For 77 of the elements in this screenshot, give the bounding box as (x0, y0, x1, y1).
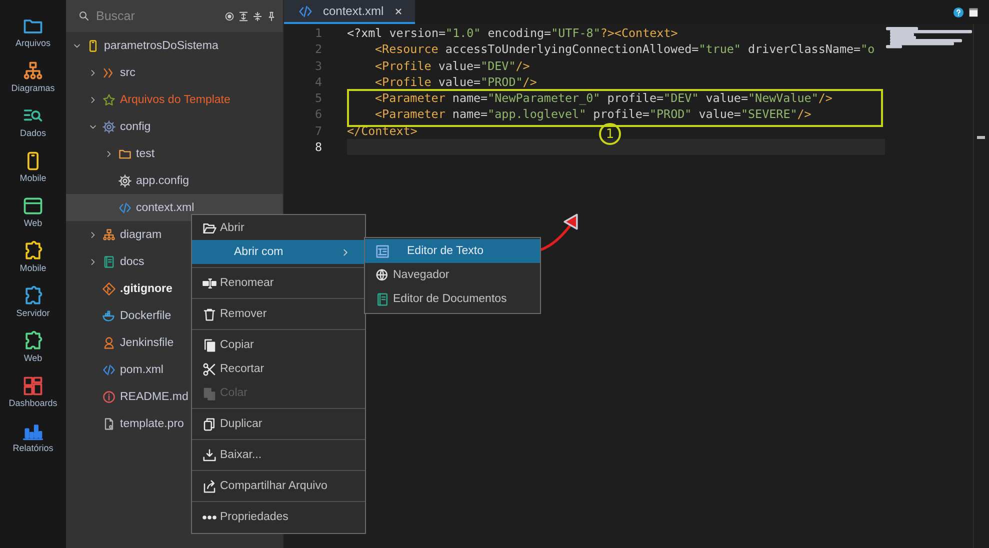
menu-item[interactable]: Navegador (365, 263, 540, 287)
menu-item[interactable]: Baixar... (192, 443, 365, 467)
tree-item[interactable]: Jenkinsfile (120, 336, 174, 348)
tree-item[interactable]: template.pro (120, 418, 184, 430)
activity-label[interactable]: Diagramas (11, 83, 55, 93)
activity-label[interactable]: Dashboards (8, 398, 58, 408)
line-number: 3 (314, 58, 322, 74)
expand-icon[interactable] (252, 10, 263, 22)
tree-item[interactable]: docs (120, 256, 144, 268)
paste-icon (202, 386, 217, 400)
code-line: <Parameter name="app.loglevel" profile="PROD" value="SEVERE"/> (374, 106, 812, 123)
line-number: 4 (314, 74, 322, 90)
menu-item[interactable]: Compartilhar Arquivo (192, 474, 365, 498)
tree-item[interactable]: Dockerfile (120, 310, 172, 322)
trash-icon (202, 306, 217, 322)
rename-icon (202, 276, 217, 290)
share-icon (202, 478, 217, 494)
menu-item[interactable]: Editor de Texto (365, 239, 540, 263)
editor-tab[interactable]: context.xml (284, 0, 415, 24)
activity-label[interactable]: Relatórios (12, 443, 54, 453)
line-number: 1 (314, 25, 322, 42)
code-icon (298, 4, 313, 18)
code-line: <Profile value="DEV"/> (374, 58, 530, 74)
activity-label[interactable]: Servidor (16, 308, 50, 318)
copy-icon (202, 338, 217, 352)
close-icon[interactable] (394, 6, 403, 16)
search-icon (78, 10, 90, 22)
menu-item[interactable]: Editor de Documentos (365, 287, 540, 311)
activity-label[interactable]: Web (24, 218, 42, 228)
activity-label[interactable]: Arquivos (15, 38, 50, 48)
target-icon[interactable] (224, 10, 235, 22)
tree-item[interactable]: pom.xml (120, 364, 164, 376)
menu-item[interactable]: Recortar (192, 357, 365, 381)
code-line: <Resource accessToUnderlyingConnectionAllowed="true" driverClassName="o (374, 41, 875, 58)
code-line: </Context> (347, 122, 418, 140)
tree-item[interactable]: .gitignore (120, 282, 172, 294)
dashboard-icon[interactable] (22, 375, 44, 397)
line-number: 7 (314, 122, 322, 140)
collapse-icon[interactable] (238, 10, 249, 22)
tree-item[interactable]: README.md (120, 390, 188, 402)
menu-item[interactable]: Remover (192, 302, 365, 326)
code-line: <Parameter name="NewParameter_0" profile="DEV" value="NewValue"/> (374, 90, 832, 106)
tree-item[interactable]: context.xml (136, 202, 194, 214)
menu-item[interactable]: Copiar (192, 333, 365, 357)
sitemap-icon[interactable] (22, 60, 44, 82)
activity-label[interactable]: Mobile (20, 173, 46, 183)
scissors-icon (202, 362, 217, 376)
line-number: 8 (314, 139, 322, 156)
window-icon[interactable] (968, 6, 979, 18)
tree-item[interactable]: src (120, 66, 136, 78)
line-number: 5 (314, 90, 322, 106)
line-number: 6 (314, 106, 322, 123)
menu-item[interactable]: Renomear (192, 271, 365, 295)
duplicate-icon (202, 416, 217, 432)
line-number: 2 (314, 41, 322, 58)
tree-item[interactable]: app.config (136, 174, 190, 186)
code-line: <?xml version="1.0" encoding="UTF-8"?><Context> (347, 25, 678, 42)
download-icon (202, 448, 217, 462)
menu-item[interactable]: Propriedades (192, 505, 365, 529)
activity-label[interactable]: Mobile (20, 263, 46, 273)
menu-item[interactable]: Abrir com (192, 240, 365, 264)
callout-number: 1 (599, 123, 621, 145)
scrollbar-thumb[interactable] (977, 136, 985, 139)
pin-icon[interactable] (266, 10, 277, 22)
tree-item[interactable]: test (136, 148, 155, 160)
browser-icon[interactable] (22, 195, 44, 217)
tree-item[interactable]: parametrosDoSistema (104, 40, 218, 52)
tree-item[interactable]: diagram (120, 228, 162, 240)
tree-item[interactable]: Arquivos do Template (120, 94, 230, 106)
help-icon[interactable] (953, 6, 964, 18)
menu-item[interactable]: Duplicar (192, 412, 365, 436)
activity-label[interactable]: Web (24, 353, 42, 363)
tree-item[interactable]: config (120, 120, 151, 132)
code-line: <Profile value="PROD"/> (374, 74, 537, 90)
folder-open-icon (202, 220, 217, 236)
search-field[interactable]: Buscar (96, 9, 218, 23)
activity-label[interactable]: Dados (20, 128, 46, 138)
